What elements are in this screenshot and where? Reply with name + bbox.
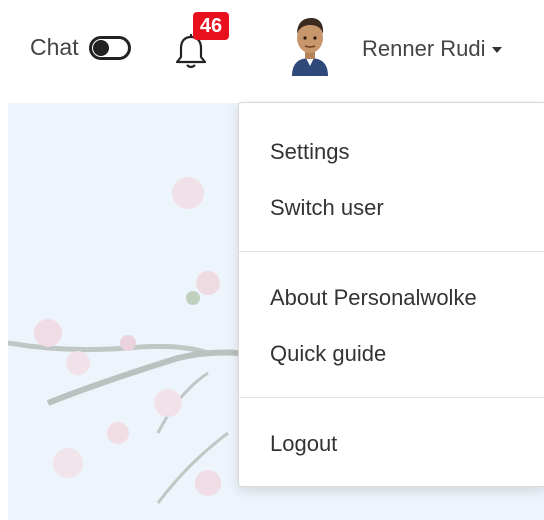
toggle-icon[interactable] xyxy=(88,35,131,60)
caret-down-icon xyxy=(491,47,502,53)
avatar-icon[interactable] xyxy=(286,12,334,76)
top-bar: Chat 46 Renner Rudi xyxy=(0,0,544,100)
notification-badge: 46 xyxy=(193,12,229,40)
menu-item-settings[interactable]: Settings xyxy=(270,139,350,165)
menu-divider xyxy=(239,251,544,252)
chat-label: Chat xyxy=(30,34,79,60)
menu-item-about[interactable]: About Personalwolke xyxy=(270,285,477,311)
menu-item-logout[interactable]: Logout xyxy=(270,431,337,457)
menu-divider xyxy=(239,397,544,398)
user-menu-trigger[interactable]: Renner Rudi xyxy=(362,36,502,62)
user-name: Renner Rudi xyxy=(362,36,486,61)
chat-toggle[interactable]: Chat xyxy=(30,34,131,61)
user-dropdown-menu: Settings Switch user About Personalwolke… xyxy=(238,102,544,487)
menu-item-quick-guide[interactable]: Quick guide xyxy=(270,341,386,367)
menu-item-switch-user[interactable]: Switch user xyxy=(270,195,384,221)
